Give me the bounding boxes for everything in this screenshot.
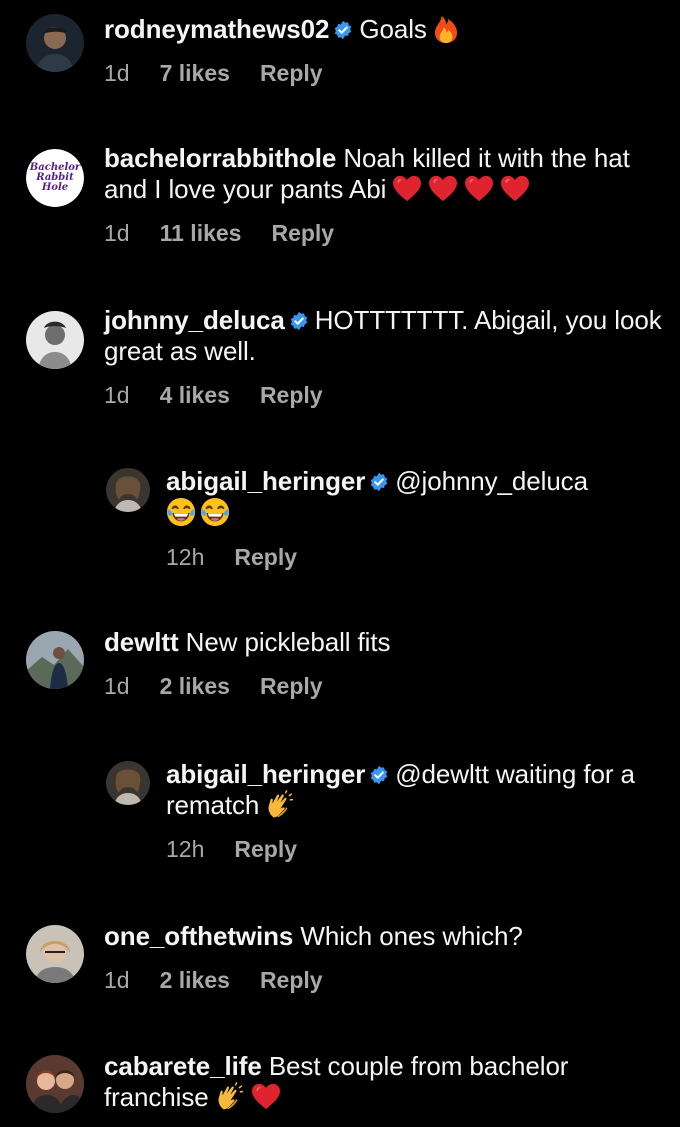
comment-meta: 1d 7 likes Reply <box>104 59 662 87</box>
heart-icon <box>428 175 458 203</box>
comment-body: abigail_heringer @dewltt waiting for a re… <box>166 759 662 863</box>
reply-button[interactable]: Reply <box>260 381 323 409</box>
verified-badge-icon <box>289 311 309 331</box>
username[interactable]: abigail_heringer <box>166 466 365 496</box>
comment-text: johnny_deluca HOTTTTTTT. Abigail, you loo… <box>104 305 662 367</box>
comment-text: abigail_heringer @johnny_deluca <box>166 466 662 529</box>
heart-icon <box>392 175 422 203</box>
reply-button[interactable]: Reply <box>234 543 297 571</box>
heart-icon <box>500 175 530 203</box>
comment-meta: 12h Reply <box>166 835 662 863</box>
avatar-logo-line: Hole <box>41 182 68 193</box>
avatar[interactable] <box>26 631 84 689</box>
comment-body: bachelorrabbithole Noah killed it with t… <box>104 143 662 247</box>
reply-button[interactable]: Reply <box>234 835 297 863</box>
username[interactable]: bachelorrabbithole <box>104 143 336 173</box>
comment-text: dewltt New pickleball fits <box>104 627 662 658</box>
timestamp: 1d <box>104 220 130 246</box>
timestamp: 12h <box>166 836 205 862</box>
comment-message: Which ones which? <box>300 921 523 951</box>
fire-icon <box>433 12 459 44</box>
reply-button[interactable]: Reply <box>260 966 323 994</box>
verified-badge-icon <box>333 20 353 40</box>
avatar[interactable] <box>106 761 150 805</box>
timestamp: 1d <box>104 967 130 993</box>
comment-body: dewltt New pickleball fits 1d 2 likes Repl… <box>104 627 662 700</box>
username[interactable]: dewltt <box>104 627 179 657</box>
likes-count[interactable]: 2 likes <box>160 966 230 994</box>
comment-meta: 1d 11 likes Reply <box>104 219 662 247</box>
reply-button[interactable]: Reply <box>260 672 323 700</box>
comment-meta: 1d 2 likes Reply <box>104 672 662 700</box>
laughing-emoji-icon <box>200 497 230 527</box>
heart-icon <box>251 1083 281 1111</box>
comment-message[interactable]: @johnny_deluca <box>395 466 588 496</box>
comment-text: bachelorrabbithole Noah killed it with t… <box>104 143 662 205</box>
likes-count[interactable]: 7 likes <box>160 59 230 87</box>
username[interactable]: rodneymathews02 <box>104 14 329 44</box>
comment-text: one_ofthetwins Which ones which? <box>104 921 662 952</box>
comment-text: abigail_heringer @dewltt waiting for a re… <box>166 759 662 821</box>
heart-icon <box>464 175 494 203</box>
comment-body: rodneymathews02 Goals 1d 7 likes Reply <box>104 12 662 87</box>
avatar[interactable] <box>106 468 150 512</box>
avatar[interactable] <box>26 14 84 72</box>
comment-meta: 12h Reply <box>166 543 662 571</box>
username[interactable]: abigail_heringer <box>166 759 365 789</box>
comment-message: New pickleball fits <box>185 627 391 657</box>
verified-badge-icon <box>369 765 389 785</box>
avatar[interactable] <box>26 925 84 983</box>
avatar[interactable] <box>26 1055 84 1113</box>
timestamp: 1d <box>104 673 130 699</box>
timestamp: 12h <box>166 544 205 570</box>
likes-count[interactable]: 2 likes <box>160 672 230 700</box>
comment-meta: 1d 2 likes Reply <box>104 966 662 994</box>
laughing-emoji-icon <box>166 497 196 527</box>
clapping-hands-icon <box>215 1082 245 1112</box>
timestamp: 1d <box>104 60 130 86</box>
avatar[interactable]: Bachelor Rabbit Hole <box>26 149 84 207</box>
comment-text: cabarete_life Best couple from bachelor … <box>104 1051 662 1113</box>
likes-count[interactable]: 11 likes <box>160 219 242 247</box>
likes-count[interactable]: 4 likes <box>160 381 230 409</box>
comment-message: Goals <box>359 14 427 44</box>
comment-text: rodneymathews02 Goals <box>104 12 662 45</box>
comment-meta: 1d 4 likes Reply <box>104 381 662 409</box>
comment-body: abigail_heringer @johnny_deluca 12h Reply <box>166 466 662 571</box>
reply-button[interactable]: Reply <box>260 59 323 87</box>
username[interactable]: cabarete_life <box>104 1051 262 1081</box>
username[interactable]: johnny_deluca <box>104 305 285 335</box>
verified-badge-icon <box>369 472 389 492</box>
reply-button[interactable]: Reply <box>271 219 334 247</box>
clapping-hands-icon <box>265 790 295 820</box>
username[interactable]: one_ofthetwins <box>104 921 293 951</box>
comment-body: one_ofthetwins Which ones which? 1d 2 lik… <box>104 921 662 994</box>
comment-body: cabarete_life Best couple from bachelor … <box>104 1051 662 1113</box>
comment-body: johnny_deluca HOTTTTTTT. Abigail, you loo… <box>104 305 662 409</box>
timestamp: 1d <box>104 382 130 408</box>
avatar[interactable] <box>26 311 84 369</box>
